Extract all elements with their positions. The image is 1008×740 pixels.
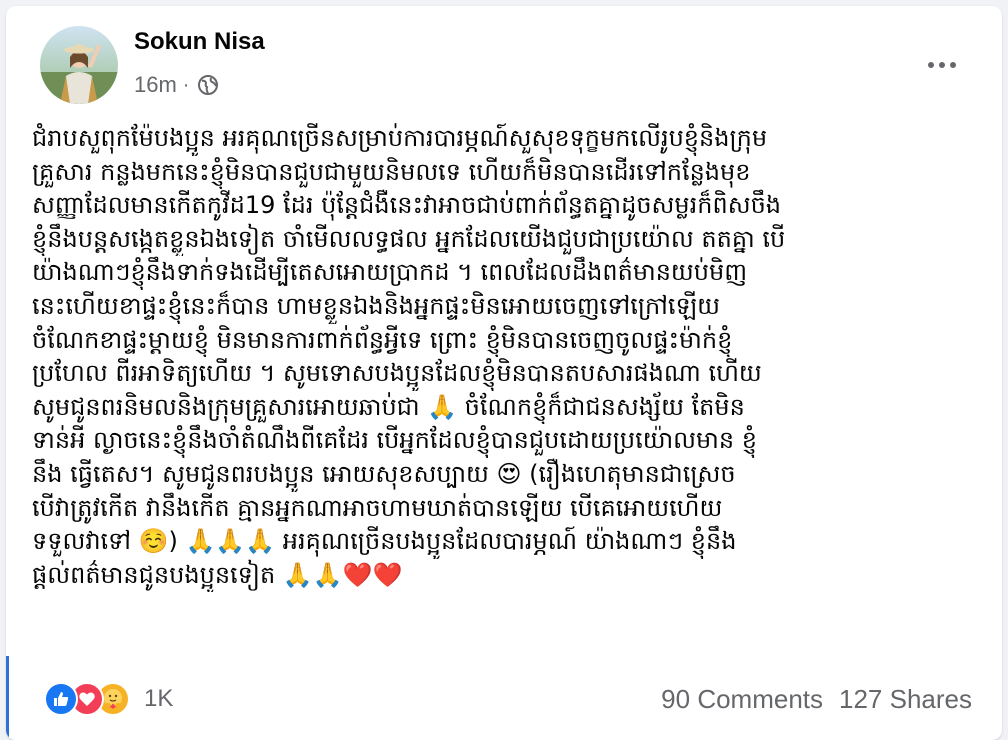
author-avatar[interactable]: [40, 26, 118, 104]
shares-count[interactable]: 127 Shares: [839, 684, 972, 715]
post-text-line: នឹង ធ្វើតេស។ សូមជូនពរបងប្អូន អោយសុខសប្បា…: [32, 459, 736, 488]
post-card: Sokun Nisa 16m · ជំរាបសួពុកម៉ែបងប្អូន អរ…: [6, 6, 1002, 740]
post-text-line: ទទួលវាទៅ ☺️) 🙏🙏🙏 អរគុណច្រើនបងប្អូនដែលបារ…: [32, 527, 737, 556]
post-text-line: យ៉ាងណាៗខ្ញុំនឹងទាក់ទងដើម្បីតេសអោយប្រាកដ …: [32, 258, 748, 287]
author-name[interactable]: Sokun Nisa: [134, 28, 265, 56]
post-text-line: ផ្តល់ពត៌មានជូនបងប្អូនទៀត 🙏🙏❤️❤️: [32, 560, 403, 589]
post-text-line: សូមជូនពរនិមលនិងក្រុមគ្រួសារអោយឆាប់ជា 🙏 ច…: [32, 392, 745, 421]
focus-accent-bar: [6, 656, 9, 740]
post-text-line: ជំរាបសួពុកម៉ែបងប្អូន អរគុណច្រើនសម្រាប់កា…: [32, 124, 768, 152]
post-timestamp[interactable]: 16m: [134, 72, 177, 98]
post-body: ជំរាបសួពុកម៉ែបងប្អូន អរគុណច្រើនសម្រាប់កា…: [32, 122, 982, 592]
post-text-line: ប្រហែល ពីរអាទិត្យហើយ ។ សូមទោសបងប្អូនដែលខ…: [32, 359, 762, 388]
more-options-icon[interactable]: [922, 50, 962, 80]
reactions-summary[interactable]: 1K: [44, 682, 173, 716]
post-text-line: នេះហើយខាផ្ទះខ្ញុំនេះក៏បាន ហាមខ្លួនឯងនិងអ…: [32, 291, 721, 320]
reaction-count[interactable]: 1K: [144, 685, 173, 713]
post-text-line: ចំណែកខាផ្ទះម្តាយខ្ញុំ មិនមានការពាក់ព័ន្ធ…: [32, 325, 733, 354]
post-text-line: ទាន់អី ល្ងាចនេះខ្ញុំនឹងចាំតំណឹងពីគេដែរ ប…: [32, 426, 757, 455]
post-text-line: ខ្ញុំនឹងបន្តសង្កេតខ្លួនឯងទៀត ចាំមើលលទ្ធផ…: [32, 224, 786, 253]
post-meta: 16m ·: [134, 72, 219, 98]
post-text-line: គ្រួសារ កន្លងមកនេះខ្ញុំមិនបានជួបជាមួយនិម…: [32, 157, 751, 186]
meta-separator: ·: [182, 73, 190, 96]
post-text-line: សញ្ញាដែលមានកើតកូវីដ19 ដែរ ប៉ុន្តែជំងឺនេះ…: [32, 191, 782, 220]
comments-count[interactable]: 90 Comments: [661, 684, 823, 715]
like-icon: [44, 682, 78, 716]
globe-icon[interactable]: [197, 74, 219, 96]
post-stats: 90 Comments 127 Shares: [661, 684, 972, 715]
post-text-line: បើវាត្រូវកើត វានឹងកើត គ្មានអ្នកណាអាចហាមឃ…: [32, 493, 723, 522]
